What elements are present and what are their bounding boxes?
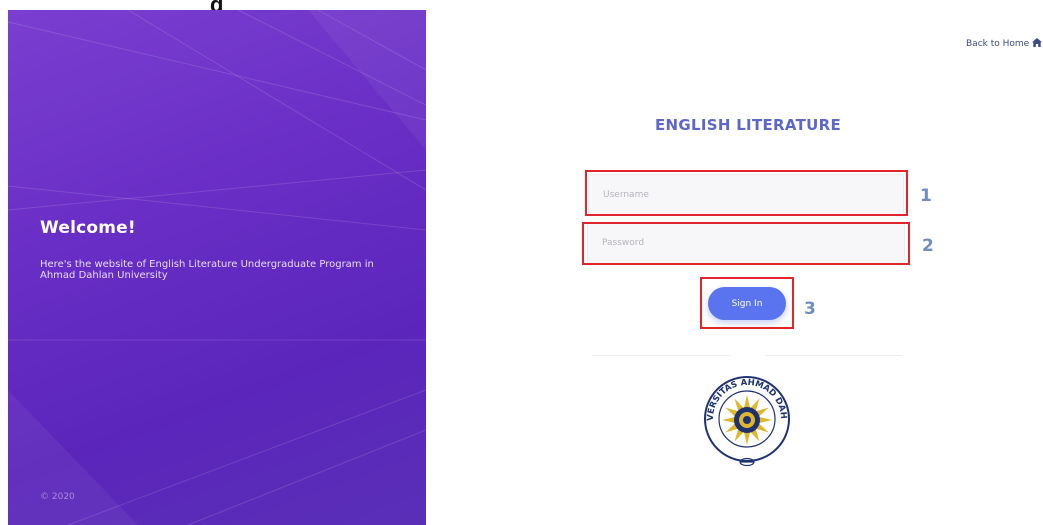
annotation-number-3: 3: [804, 299, 816, 319]
university-logo: UNIVERSITAS AHMAD DAHLAN: [698, 367, 792, 472]
copyright-text: © 2020: [40, 492, 75, 502]
divider-left: [592, 355, 730, 356]
annotation-number-1: 1: [920, 186, 932, 206]
login-page: g Welcome! Here's the website of English…: [0, 0, 1043, 525]
annotation-number-2: 2: [922, 236, 934, 256]
welcome-description: Here's the website of English Literature…: [40, 259, 374, 281]
program-heading: ENGLISH LITERATURE: [654, 116, 842, 134]
university-seal-icon: UNIVERSITAS AHMAD DAHLAN: [698, 367, 790, 467]
back-to-home-label: Back to Home: [966, 39, 1030, 49]
highlight-box-username: [585, 170, 908, 216]
welcome-panel: Welcome! Here's the website of English L…: [8, 10, 426, 525]
back-to-home-link[interactable]: Back to Home: [966, 38, 1043, 50]
welcome-title: Welcome!: [40, 218, 136, 238]
divider-right: [765, 355, 902, 356]
home-icon: [1032, 38, 1043, 50]
highlight-box-password: [582, 222, 910, 265]
highlight-box-sign-in: [700, 277, 794, 329]
